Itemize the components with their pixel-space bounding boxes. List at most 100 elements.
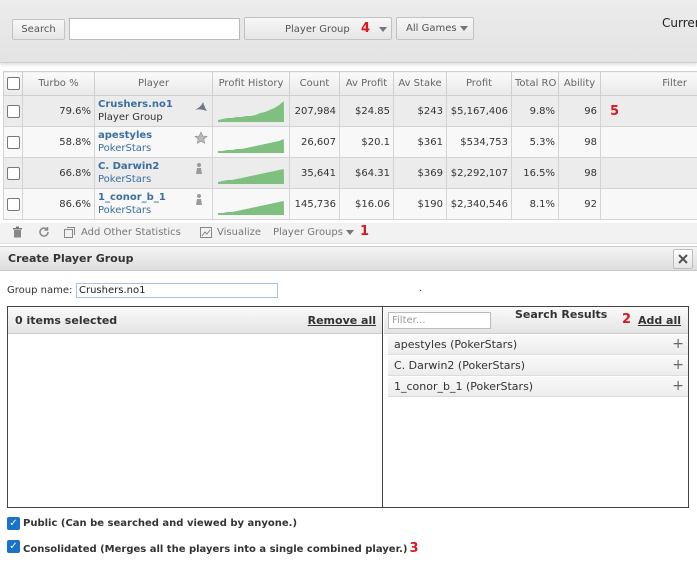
table-row[interactable]: 86.6% 1_conor_b_1 PokerStars 145,736 $16.06 $… [3, 188, 697, 220]
table-row[interactable]: 66.8% C. Darwin2 PokerStars 35,641 $64.31 $36… [3, 157, 697, 189]
group-name-input[interactable] [76, 283, 278, 298]
player-name-link[interactable]: apestyles [98, 129, 209, 142]
all-games-label: All Games [406, 23, 457, 34]
public-checkbox[interactable]: ✓ [7, 517, 20, 530]
plus-icon[interactable]: + [672, 335, 684, 354]
row-checkbox[interactable] [7, 104, 20, 118]
search-button[interactable]: Search [12, 19, 65, 40]
row-checkbox-cell[interactable] [3, 126, 23, 158]
col-header-av-profit[interactable]: Av Profit [339, 71, 394, 96]
av-profit-cell: $16.06 [339, 188, 394, 220]
ability-cell: 96 [558, 95, 601, 127]
sparkline-area [218, 138, 284, 153]
player-site: PokerStars [98, 174, 152, 185]
plus-icon[interactable]: + [672, 377, 684, 396]
plus-icon[interactable]: + [672, 356, 684, 375]
ability-cell: 98 [558, 126, 601, 158]
sparkline-area [218, 200, 284, 215]
add-all-link[interactable]: Add all [638, 314, 681, 327]
count-cell: 145,736 [289, 188, 340, 220]
player-name-link[interactable]: Crushers.no1 [98, 98, 209, 111]
add-other-statistics-link[interactable]: Add Other Statistics [81, 227, 181, 238]
roi-cell: 5.3% [511, 126, 559, 158]
annotation-badge-2: 2 [622, 312, 632, 327]
count-cell: 26,607 [289, 126, 340, 158]
av-stake-cell: $243 [393, 95, 447, 127]
player-name-link[interactable]: 1_conor_b_1 [98, 191, 209, 204]
profit-history-cell [212, 95, 290, 127]
row-checkbox[interactable] [7, 166, 20, 180]
close-icon [678, 254, 688, 264]
selected-items-pane: 0 items selected Remove all [8, 307, 383, 507]
all-games-dropdown[interactable]: All Games [396, 17, 474, 40]
visualize-link[interactable]: Visualize [217, 227, 261, 238]
col-header-filter[interactable]: Filter [600, 71, 697, 96]
search-result-item[interactable]: apestyles (PokerStars) + [388, 335, 688, 355]
col-header-profit[interactable]: Profit [446, 71, 512, 96]
close-button[interactable] [673, 249, 693, 269]
search-result-label: 1_conor_b_1 (PokerStars) [394, 380, 534, 393]
chevron-down-icon [459, 25, 468, 31]
consolidated-label-text: Consolidated (Merges all the players int… [23, 544, 408, 555]
col-header-player[interactable]: Player [94, 71, 213, 96]
col-header-av-stake[interactable]: Av Stake [393, 71, 447, 96]
player-lists: 0 items selected Remove all Search Resul… [7, 306, 689, 508]
av-profit-cell: $64.31 [339, 157, 394, 189]
select-all-header[interactable] [3, 71, 23, 96]
table-row[interactable]: 79.6% Crushers.no1 Player Group 207,984 $24.… [3, 95, 697, 127]
refresh-icon[interactable] [38, 226, 50, 241]
profit-history-sparkline [218, 168, 284, 184]
player-cell: 1_conor_b_1 PokerStars [94, 188, 213, 220]
count-cell: 207,984 [289, 95, 340, 127]
annotation-badge-4: 4 [360, 21, 370, 36]
shark-icon [194, 100, 208, 114]
select-all-checkbox[interactable] [7, 77, 20, 90]
search-result-item[interactable]: C. Darwin2 (PokerStars) + [388, 356, 688, 376]
search-result-label: apestyles (PokerStars) [394, 338, 518, 351]
annotation-badge-5: 5 [610, 103, 620, 119]
profit-history-cell [212, 188, 290, 220]
consolidated-checkbox[interactable]: ✓ [7, 540, 20, 553]
col-header-turbo[interactable]: Turbo % [22, 71, 95, 96]
chevron-down-icon [345, 229, 354, 235]
chess-piece-icon [194, 162, 208, 176]
player-group-label: Player Group [285, 24, 350, 35]
av-stake-cell: $369 [393, 157, 447, 189]
col-header-total-roi[interactable]: Total RO [511, 71, 559, 96]
remove-all-link[interactable]: Remove all [308, 314, 376, 327]
player-name-link[interactable]: C. Darwin2 [98, 160, 209, 173]
row-checkbox-cell[interactable] [3, 157, 23, 189]
annotation-badge-3: 3 [409, 541, 419, 556]
search-results-header: Search Results 2 Add all [384, 307, 688, 334]
search-results-pane: Search Results 2 Add all apestyles (Poke… [384, 307, 688, 507]
col-header-count[interactable]: Count [289, 71, 340, 96]
roi-cell: 9.8% [511, 95, 559, 127]
search-result-item[interactable]: 1_conor_b_1 (PokerStars) + [388, 377, 688, 397]
player-group-dropdown[interactable]: Player Group 4 [244, 17, 392, 40]
current-label: Curren [662, 16, 697, 30]
row-checkbox[interactable] [7, 197, 20, 211]
trash-icon[interactable] [12, 226, 23, 241]
search-input[interactable] [69, 18, 240, 40]
roi-cell: 16.5% [511, 157, 559, 189]
av-stake-cell: $361 [393, 126, 447, 158]
col-header-profit-history[interactable]: Profit History [212, 71, 290, 96]
row-checkbox-cell[interactable] [3, 188, 23, 220]
row-checkbox[interactable] [7, 135, 20, 149]
table-row[interactable]: 58.8% apestyles PokerStars 26,607 $20.1 $361 $… [3, 126, 697, 158]
filter-cell [600, 126, 697, 158]
player-cell: apestyles PokerStars [94, 126, 213, 158]
filter-input[interactable] [388, 312, 491, 329]
col-header-ability[interactable]: Ability [558, 71, 601, 96]
chess-piece-icon [194, 193, 208, 207]
row-checkbox-cell[interactable] [3, 95, 23, 127]
profit-history-sparkline [218, 138, 284, 153]
player-groups-menu[interactable]: Player Groups [273, 227, 354, 238]
items-selected-count: 0 items selected [15, 314, 118, 327]
profit-history-sparkline [218, 200, 284, 215]
dialog-title: Create Player Group [8, 252, 134, 265]
filter-cell: 5 [600, 95, 697, 127]
top-toolbar: Search Player Group 4 All Games Curren [0, 0, 697, 63]
stray-dot: . [419, 283, 423, 294]
player-stats-table: Turbo % Player Profit History Count Av P… [3, 71, 697, 220]
